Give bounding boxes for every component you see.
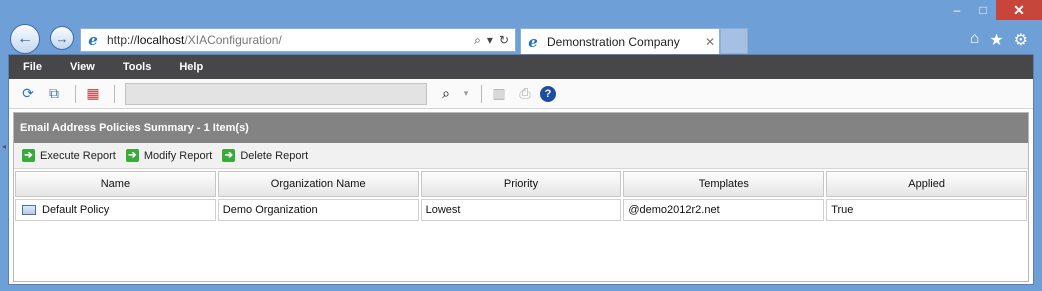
window-controls: – □ ✕ — [944, 0, 1042, 20]
menu-help[interactable]: Help — [179, 61, 203, 73]
arrow-right-icon: ➔ — [222, 149, 236, 162]
column-header-organization[interactable]: Organization Name — [217, 171, 419, 197]
tab-title: Demonstration Company — [547, 34, 680, 49]
panel-title: Email Address Policies Summary - 1 Item(… — [14, 113, 1028, 143]
ie-icon: e — [528, 32, 538, 51]
arrow-right-icon: → — [55, 30, 69, 46]
cell-applied[interactable]: True — [826, 199, 1027, 221]
dropdown-arrow-icon[interactable]: ▾ — [487, 33, 493, 48]
refresh-icon[interactable]: ⟳ — [17, 83, 39, 105]
report-icon[interactable]: ▦ — [82, 83, 104, 105]
cell-templates[interactable]: @demo2012r2.net — [623, 199, 825, 221]
cell-priority[interactable]: Lowest — [420, 199, 622, 221]
columns-icon[interactable]: ▥ — [488, 83, 510, 105]
toolbar: ⟳ ⧉ ▦ ⌕ ▾ ▥ ⎙ ? — [9, 79, 1033, 109]
column-header-name[interactable]: Name — [15, 171, 216, 197]
tab-close-icon[interactable]: ✕ — [701, 35, 719, 49]
copy-icon[interactable]: ⧉ — [43, 83, 65, 105]
search-options-icon[interactable]: ▾ — [461, 83, 471, 105]
policies-table: Name Organization Name Priority Template… — [13, 169, 1029, 223]
toolbar-divider — [481, 84, 482, 103]
column-header-templates[interactable]: Templates — [623, 171, 825, 197]
forward-button[interactable]: → — [50, 26, 74, 50]
cell-name[interactable]: Default Policy — [15, 199, 216, 221]
menu-file[interactable]: File — [23, 61, 42, 73]
delete-report-button[interactable]: ➔ Delete Report — [222, 149, 308, 162]
arrow-left-icon: ← — [17, 30, 33, 47]
address-bar-actions: ⌕ ▾ ↻ — [474, 33, 515, 48]
search-input[interactable] — [125, 82, 427, 105]
modify-report-button[interactable]: ➔ Modify Report — [125, 149, 212, 162]
arrow-right-icon: ➔ — [22, 149, 35, 162]
search-icon[interactable]: ⌕ — [474, 33, 481, 48]
summary-panel: Email Address Policies Summary - 1 Item(… — [13, 112, 1029, 282]
address-bar[interactable]: e http://localhost/XIAConfiguration/ ⌕ ▾… — [80, 28, 516, 52]
ie-icon: e — [88, 31, 98, 49]
menu-tools[interactable]: Tools — [123, 61, 152, 73]
help-icon[interactable]: ? — [540, 85, 556, 102]
column-header-priority[interactable]: Priority — [420, 171, 622, 197]
table-row[interactable]: Default Policy Demo Organization Lowest … — [15, 199, 1027, 221]
toolbar-divider — [114, 84, 115, 103]
browser-window: – □ ✕ ← → e http://localhost/XIAConfigur… — [0, 0, 1042, 291]
maximize-button[interactable]: □ — [970, 0, 996, 20]
browser-tab[interactable]: e Demonstration Company ✕ — [520, 28, 720, 54]
new-tab-button[interactable] — [720, 28, 748, 54]
report-actions: ➔ Execute Report ➔ Modify Report ➔ Delete R… — [14, 143, 1028, 169]
page-content: File View Tools Help ⟳ ⧉ ▦ ⌕ ▾ ▥ ⎙ ? Ema… — [8, 54, 1034, 285]
policy-icon — [22, 205, 36, 215]
star-icon[interactable]: ★ — [989, 30, 1003, 50]
browser-right-icons: ⌂ ★ ⚙ — [970, 30, 1028, 50]
close-button[interactable]: ✕ — [996, 0, 1042, 20]
arrow-right-icon: ➔ — [125, 149, 139, 162]
menu-bar: File View Tools Help — [9, 55, 1033, 79]
toolbar-divider — [75, 84, 76, 103]
url-text[interactable]: http://localhost/XIAConfiguration/ — [107, 33, 474, 47]
back-button[interactable]: ← — [10, 24, 40, 54]
splitter-grip-icon[interactable]: ◂ — [2, 142, 6, 152]
menu-view[interactable]: View — [70, 61, 95, 73]
table-header-row: Name Organization Name Priority Template… — [15, 171, 1027, 197]
cell-organization[interactable]: Demo Organization — [217, 199, 419, 221]
column-header-applied[interactable]: Applied — [826, 171, 1027, 197]
home-icon[interactable]: ⌂ — [970, 30, 980, 50]
print-icon[interactable]: ⎙ — [514, 83, 536, 105]
minimize-button[interactable]: – — [944, 0, 970, 20]
search-icon[interactable]: ⌕ — [435, 83, 457, 105]
gear-icon[interactable]: ⚙ — [1014, 30, 1028, 50]
refresh-icon[interactable]: ↻ — [499, 33, 509, 48]
execute-report-button[interactable]: ➔ Execute Report — [22, 149, 116, 162]
